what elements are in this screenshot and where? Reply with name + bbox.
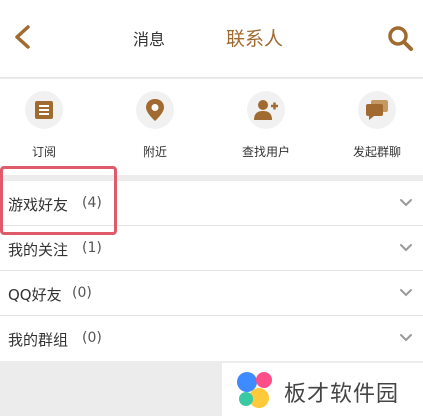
contact-group-list: 游戏好友 (4) 我的关注 (1) QQ好友 (0) 我的群组 (0): [0, 181, 423, 361]
subscription-icon: [25, 91, 63, 129]
top-bar: 消息 联系人: [0, 0, 423, 78]
group-name: 我的群组: [8, 331, 69, 349]
group-count: (0): [82, 330, 102, 346]
group-row-game-friends[interactable]: 游戏好友 (4): [0, 181, 423, 226]
back-button[interactable]: [8, 22, 38, 52]
group-name: 我的关注: [8, 241, 69, 259]
chevron-left-icon: [15, 25, 30, 49]
group-count: (4): [82, 195, 102, 211]
watermark: 板才软件园: [222, 363, 423, 416]
chevron-down-icon: [400, 289, 412, 297]
group-row-qq-friends[interactable]: QQ好友 (0): [0, 271, 423, 316]
search-button[interactable]: [386, 24, 414, 52]
action-label: 查找用户: [241, 145, 290, 159]
group-name: QQ好友: [8, 286, 62, 304]
action-nearby[interactable]: 附近: [116, 91, 196, 161]
tab-messages[interactable]: 消息: [133, 26, 165, 50]
chevron-down-icon: [400, 244, 412, 252]
contacts-screen: 消息 联系人 订阅 附近 查找用户 发起群聊 游戏好友 (4) 我的关注 (1)…: [0, 0, 423, 416]
location-pin-icon: [136, 91, 174, 129]
action-subscribe[interactable]: 订阅: [5, 91, 85, 161]
group-row-my-groups[interactable]: 我的群组 (0): [0, 316, 423, 361]
search-icon: [388, 26, 413, 51]
action-label: 订阅: [31, 145, 56, 159]
quick-actions: 订阅 附近 查找用户 发起群聊: [0, 79, 423, 175]
action-find-user[interactable]: 查找用户: [227, 91, 307, 161]
group-name: 游戏好友: [8, 196, 69, 214]
action-label: 附近: [142, 145, 167, 159]
chevron-down-icon: [400, 199, 412, 207]
action-group-chat[interactable]: 发起群聊: [338, 91, 418, 161]
chevron-down-icon: [400, 334, 412, 342]
add-user-icon: [247, 91, 285, 129]
action-label: 发起群聊: [352, 145, 401, 159]
group-count: (0): [72, 285, 92, 301]
watermark-logo: [237, 372, 272, 408]
watermark-text: 板才软件园: [284, 382, 400, 407]
group-count: (1): [82, 240, 102, 256]
tab-contacts[interactable]: 联系人: [226, 24, 283, 51]
chat-bubbles-icon: [358, 91, 396, 129]
group-row-following[interactable]: 我的关注 (1): [0, 226, 423, 271]
